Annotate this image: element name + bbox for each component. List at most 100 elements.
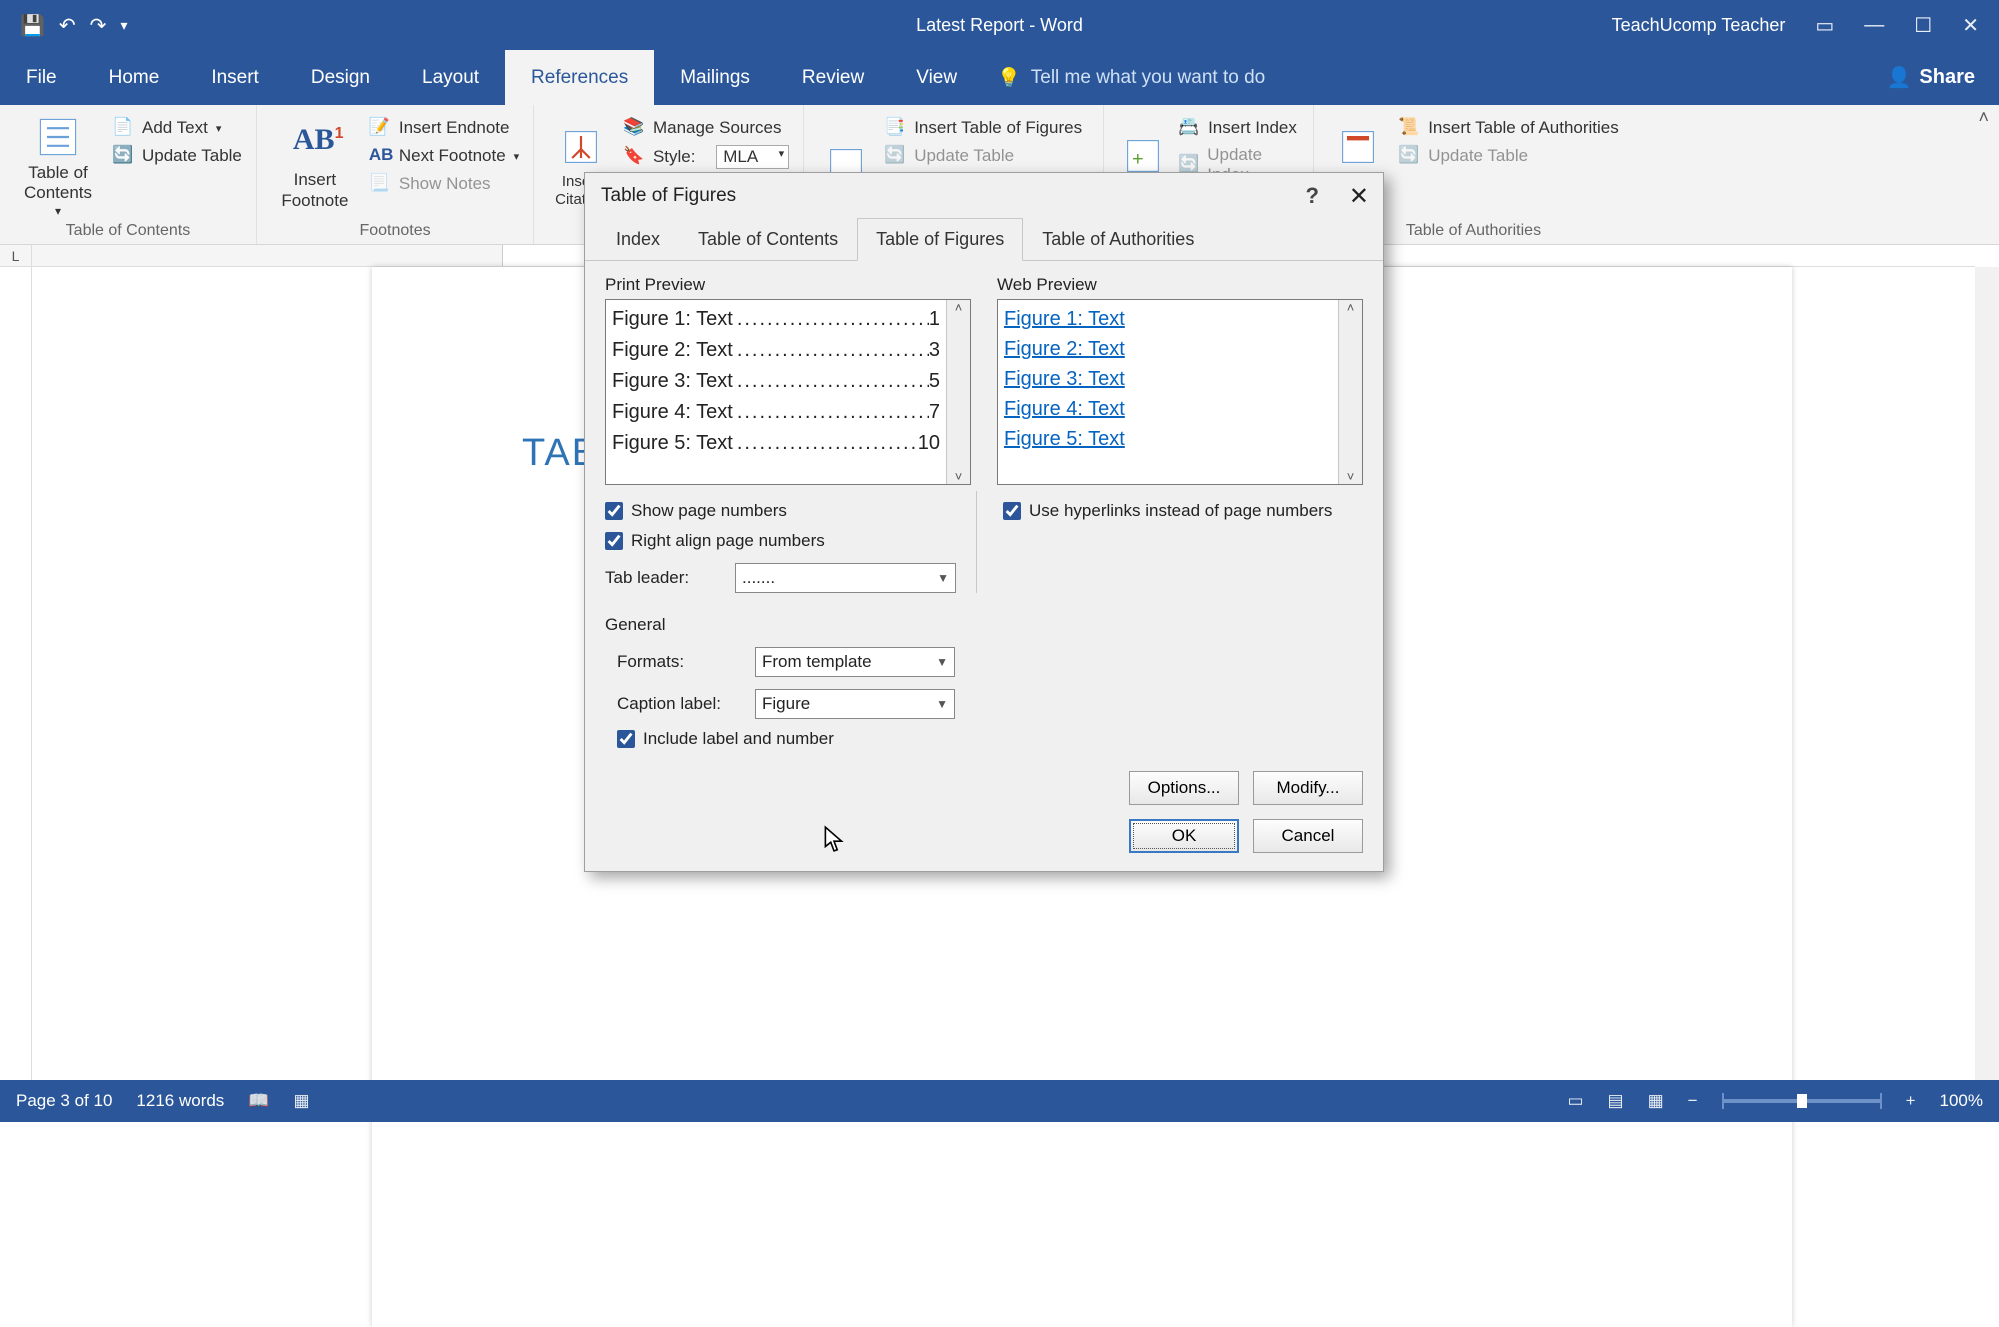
update-toa-label: Update Table [1428, 146, 1528, 166]
manage-sources-button[interactable]: 📚Manage Sources [623, 117, 789, 139]
web-preview-label: Web Preview [997, 275, 1363, 295]
insert-endnote-label: Insert Endnote [399, 118, 510, 138]
quick-access-toolbar: 💾 ↶ ↷ ▾ [0, 13, 127, 38]
tab-insert[interactable]: Insert [185, 50, 285, 105]
lightbulb-icon: 💡 [997, 66, 1021, 90]
caption-label-select[interactable]: Figure ▼ [755, 689, 955, 719]
print-preview-scrollbar[interactable]: ˄˅ [946, 300, 970, 484]
cancel-button[interactable]: Cancel [1253, 819, 1363, 853]
add-text-label: Add Text [142, 118, 208, 138]
options-button[interactable]: Options... [1129, 771, 1239, 805]
tab-leader-label: Tab leader: [605, 568, 725, 588]
share-button[interactable]: 👤 Share [1863, 50, 1999, 105]
toc-button-label: Table of Contents [14, 163, 102, 204]
insert-tof-button[interactable]: 📑Insert Table of Figures [884, 117, 1082, 139]
window-title: Latest Report - Word [916, 15, 1083, 36]
right-align-checkbox[interactable]: Right align page numbers [605, 531, 956, 551]
update-toa-icon: 🔄 [1398, 145, 1420, 167]
chevron-down-icon: ▼ [937, 571, 949, 585]
show-page-numbers-checkbox[interactable]: Show page numbers [605, 501, 956, 521]
help-icon[interactable]: ? [1306, 183, 1319, 209]
zoom-slider[interactable] [1722, 1099, 1882, 1103]
toc-icon [36, 115, 80, 159]
ribbon-display-icon[interactable]: ▭ [1815, 13, 1834, 38]
style-label: Style: [653, 147, 696, 167]
dialog-tab-tof[interactable]: Table of Figures [857, 218, 1023, 261]
include-label-checkbox[interactable]: Include label and number [617, 729, 1363, 749]
tell-me-search[interactable]: 💡 Tell me what you want to do [997, 50, 1265, 105]
save-icon[interactable]: 💾 [20, 13, 45, 38]
tab-home[interactable]: Home [83, 50, 186, 105]
tab-design[interactable]: Design [285, 50, 396, 105]
svg-text:+: + [1132, 147, 1144, 169]
style-select[interactable]: 🔖Style: MLA▾ [623, 145, 789, 169]
web-preview-link[interactable]: Figure 3: Text [1004, 364, 1332, 394]
word-count[interactable]: 1216 words [136, 1091, 224, 1111]
group-label-footnotes: Footnotes [271, 222, 519, 244]
web-preview-box: Figure 1: Text Figure 2: Text Figure 3: … [997, 299, 1363, 485]
dialog-close-icon[interactable]: ✕ [1349, 182, 1369, 211]
footnote-icon: AB1 [293, 122, 337, 166]
manage-sources-icon: 📚 [623, 117, 645, 139]
print-layout-icon[interactable]: ▤ [1608, 1091, 1624, 1111]
update-table-button[interactable]: 🔄Update Table [112, 145, 242, 167]
tab-references[interactable]: References [505, 50, 654, 105]
update-toa-button[interactable]: 🔄 Update Table [1398, 145, 1619, 167]
tab-leader-select[interactable]: .......▼ [735, 563, 956, 593]
redo-icon[interactable]: ↷ [90, 13, 107, 38]
web-layout-icon[interactable]: ▦ [1648, 1091, 1664, 1111]
add-text-icon: 📄 [112, 117, 134, 139]
web-preview-link[interactable]: Figure 1: Text [1004, 304, 1332, 334]
tab-view[interactable]: View [890, 50, 983, 105]
vertical-scrollbar[interactable] [1975, 267, 1999, 1080]
formats-select[interactable]: From template ▼ [755, 647, 955, 677]
insert-index-button[interactable]: 📇Insert Index [1178, 117, 1299, 139]
toc-button[interactable]: Table of Contents ▾ [14, 111, 102, 222]
zoom-level[interactable]: 100% [1940, 1091, 1983, 1111]
show-page-numbers-label: Show page numbers [631, 501, 787, 521]
update-tof-button[interactable]: 🔄Update Table [884, 145, 1082, 167]
zoom-out-icon[interactable]: − [1688, 1091, 1698, 1111]
use-hyperlinks-checkbox[interactable]: Use hyperlinks instead of page numbers [1003, 501, 1363, 521]
dialog-tab-toa[interactable]: Table of Authorities [1023, 218, 1213, 261]
dialog-tab-toc[interactable]: Table of Contents [679, 218, 857, 261]
formats-value: From template [762, 652, 872, 672]
zoom-in-icon[interactable]: + [1906, 1091, 1916, 1111]
modify-button[interactable]: Modify... [1253, 771, 1363, 805]
web-preview-link[interactable]: Figure 5: Text [1004, 424, 1332, 454]
mark-citation-icon [1336, 125, 1380, 169]
tab-file[interactable]: File [0, 50, 83, 105]
web-preview-link[interactable]: Figure 4: Text [1004, 394, 1332, 424]
chevron-down-icon: ▼ [936, 655, 948, 669]
insert-footnote-button[interactable]: AB1 Insert Footnote [271, 111, 359, 222]
mouse-cursor-icon [823, 825, 845, 853]
vertical-ruler[interactable] [0, 267, 32, 1080]
maximize-icon[interactable]: ☐ [1914, 13, 1932, 38]
tab-layout[interactable]: Layout [396, 50, 505, 105]
tab-review[interactable]: Review [776, 50, 890, 105]
minimize-icon[interactable]: — [1864, 14, 1884, 37]
web-preview-scrollbar[interactable]: ˄˅ [1338, 300, 1362, 484]
caption-value: Figure [762, 694, 810, 714]
collapse-ribbon-icon[interactable]: ˄ [1978, 107, 1989, 128]
insert-endnote-button[interactable]: 📝Insert Endnote [369, 117, 519, 139]
group-toc: Table of Contents ▾ 📄Add Text▾ 🔄Update T… [0, 105, 257, 244]
read-mode-icon[interactable]: ▭ [1567, 1091, 1583, 1111]
page-status[interactable]: Page 3 of 10 [16, 1091, 112, 1111]
ok-button[interactable]: OK [1129, 819, 1239, 853]
show-notes-button[interactable]: 📃Show Notes [369, 173, 519, 195]
chevron-down-icon: ▼ [936, 697, 948, 711]
dialog-tabs: Index Table of Contents Table of Figures… [585, 217, 1383, 261]
web-preview-link[interactable]: Figure 2: Text [1004, 334, 1332, 364]
undo-icon[interactable]: ↶ [59, 13, 76, 38]
next-footnote-button[interactable]: ABNext Footnote▾ [369, 145, 519, 167]
macro-icon[interactable]: ▦ [293, 1091, 309, 1111]
tab-mailings[interactable]: Mailings [654, 50, 776, 105]
qat-customize-icon[interactable]: ▾ [120, 17, 127, 34]
close-icon[interactable]: ✕ [1962, 13, 1979, 38]
dialog-tab-index[interactable]: Index [597, 218, 679, 261]
spellcheck-icon[interactable]: 📖 [248, 1091, 269, 1111]
add-text-button[interactable]: 📄Add Text▾ [112, 117, 242, 139]
dialog-titlebar[interactable]: Table of Figures ? ✕ [585, 173, 1383, 219]
insert-toa-button[interactable]: 📜Insert Table of Authorities [1398, 117, 1619, 139]
